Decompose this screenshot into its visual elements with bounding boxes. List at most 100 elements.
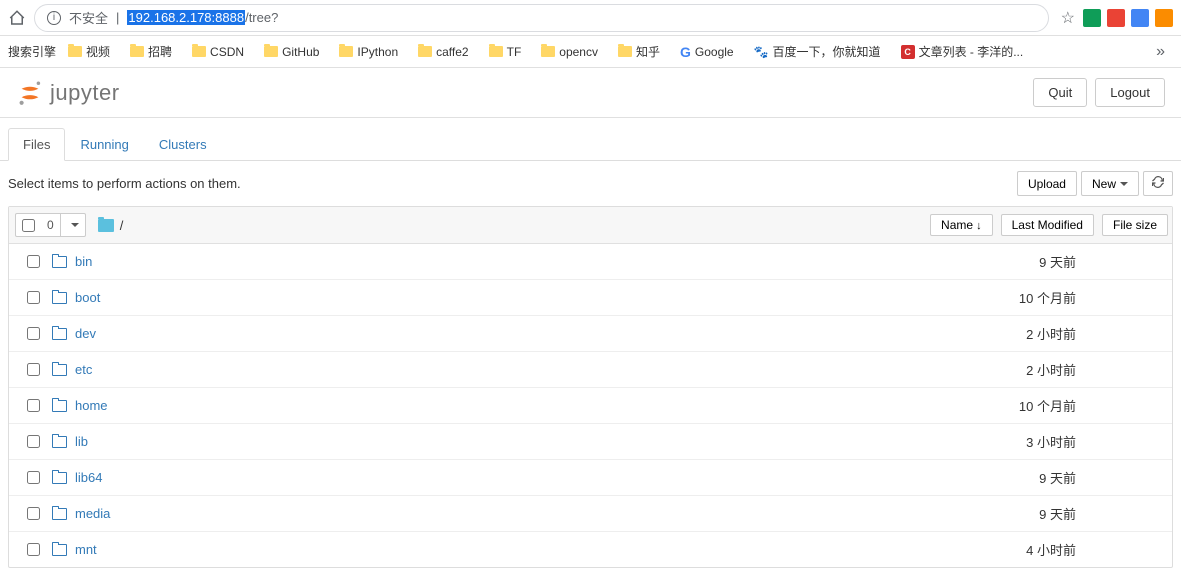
select-count: 0 [41, 218, 60, 232]
folder-icon [68, 46, 82, 57]
bookmark-label: 文章列表 - 李洋的... [919, 43, 1024, 60]
extension-icon-1[interactable] [1083, 9, 1101, 27]
column-name[interactable]: Name [930, 214, 993, 236]
file-name-link[interactable]: bin [75, 254, 92, 269]
select-all-checkbox[interactable] [22, 219, 35, 232]
file-row: dev 2 小时前 [9, 316, 1172, 352]
bookmarks-bar: 搜索引擎 视频 招聘 CSDN GitHub IPython caffe2 TF… [0, 36, 1181, 68]
bookmark-star-icon[interactable]: ☆ [1061, 8, 1075, 28]
file-row: lib64 9 天前 [9, 460, 1172, 496]
tab-files[interactable]: Files [8, 128, 65, 161]
folder-icon [52, 292, 67, 304]
folder-icon [52, 472, 67, 484]
quit-button[interactable]: Quit [1033, 78, 1087, 107]
bookmark-folder[interactable]: CSDN [184, 41, 252, 63]
insecure-label: 不安全 [69, 8, 108, 27]
upload-button[interactable]: Upload [1017, 171, 1077, 196]
breadcrumb-root[interactable]: / [120, 218, 124, 233]
bookmark-folder[interactable]: 视频 [60, 39, 118, 64]
refresh-icon [1152, 176, 1164, 188]
file-name-link[interactable]: dev [75, 326, 96, 341]
folder-icon [339, 46, 353, 57]
bookmark-google[interactable]: G Google [672, 40, 742, 64]
bookmarks-overflow-icon[interactable]: » [1148, 43, 1173, 61]
folder-icon [130, 46, 144, 57]
browser-bar: i 不安全 | 192.168.2.178:8888/tree? ☆ [0, 0, 1181, 36]
file-name-link[interactable]: etc [75, 362, 92, 377]
bookmark-folder[interactable]: opencv [533, 41, 606, 63]
select-all-group[interactable]: 0 [15, 213, 86, 237]
bookmark-label: 知乎 [636, 43, 660, 60]
row-checkbox[interactable] [27, 543, 40, 556]
tab-running[interactable]: Running [65, 128, 143, 161]
file-list: 0 / Name Last Modified File size bin 9 天… [8, 206, 1173, 568]
info-icon[interactable]: i [47, 11, 61, 25]
bookmark-folder[interactable]: IPython [331, 41, 406, 63]
column-size[interactable]: File size [1102, 214, 1168, 236]
extension-icons [1083, 9, 1173, 27]
row-checkbox[interactable] [27, 399, 40, 412]
file-row: home 10 个月前 [9, 388, 1172, 424]
folder-icon [192, 46, 206, 57]
file-name-link[interactable]: lib [75, 434, 88, 449]
row-checkbox[interactable] [27, 255, 40, 268]
toolbar-right: Upload New [1017, 171, 1173, 196]
bookmark-folder[interactable]: caffe2 [410, 41, 476, 63]
column-modified[interactable]: Last Modified [1001, 214, 1094, 236]
tab-clusters[interactable]: Clusters [144, 128, 222, 161]
bookmark-folder[interactable]: TF [481, 41, 530, 63]
file-row: mnt 4 小时前 [9, 532, 1172, 567]
row-checkbox[interactable] [27, 435, 40, 448]
row-checkbox[interactable] [27, 471, 40, 484]
file-name-link[interactable]: home [75, 398, 108, 413]
url-divider: | [116, 10, 119, 25]
bookmarks-label: 搜索引擎 [8, 43, 56, 60]
file-name-link[interactable]: media [75, 506, 110, 521]
folder-icon [52, 328, 67, 340]
file-row: bin 9 天前 [9, 244, 1172, 280]
refresh-button[interactable] [1143, 171, 1173, 196]
folder-icon [264, 46, 278, 57]
folder-icon [618, 46, 632, 57]
file-name-link[interactable]: lib64 [75, 470, 102, 485]
folder-icon [52, 400, 67, 412]
file-name-link[interactable]: boot [75, 290, 100, 305]
file-modified: 9 天前 [1039, 468, 1076, 487]
jupyter-logo-text: jupyter [50, 80, 120, 106]
url-rest: /tree? [245, 10, 278, 25]
logout-button[interactable]: Logout [1095, 78, 1165, 107]
bookmark-article[interactable]: C 文章列表 - 李洋的... [893, 39, 1032, 64]
file-name-link[interactable]: mnt [75, 542, 97, 557]
folder-icon [541, 46, 555, 57]
url-bar[interactable]: i 不安全 | 192.168.2.178:8888/tree? [34, 4, 1049, 32]
folder-icon [418, 46, 432, 57]
bookmark-folder[interactable]: GitHub [256, 41, 327, 63]
new-dropdown[interactable]: New [1081, 171, 1139, 196]
bookmark-folder[interactable]: 招聘 [122, 39, 180, 64]
extension-icon-2[interactable] [1107, 9, 1125, 27]
folder-icon [52, 544, 67, 556]
header-buttons: Quit Logout [1033, 78, 1165, 107]
google-icon: G [680, 44, 691, 60]
file-modified: 2 小时前 [1026, 360, 1076, 379]
home-icon[interactable] [8, 9, 26, 27]
bookmark-label: Google [695, 45, 734, 59]
jupyter-logo[interactable]: jupyter [16, 79, 120, 107]
extension-icon-3[interactable] [1131, 9, 1149, 27]
row-checkbox[interactable] [27, 327, 40, 340]
row-checkbox[interactable] [27, 507, 40, 520]
file-row: etc 2 小时前 [9, 352, 1172, 388]
bookmark-folder[interactable]: 知乎 [610, 39, 668, 64]
jupyter-header: jupyter Quit Logout [0, 68, 1181, 118]
folder-icon [52, 508, 67, 520]
bookmark-label: IPython [357, 45, 398, 59]
select-dropdown-caret[interactable] [60, 214, 85, 236]
breadcrumb-folder-icon[interactable] [98, 219, 114, 232]
row-checkbox[interactable] [27, 363, 40, 376]
csdn-icon: C [901, 45, 915, 59]
extension-icon-4[interactable] [1155, 9, 1173, 27]
baidu-icon: 🐾 [754, 45, 769, 59]
file-row: media 9 天前 [9, 496, 1172, 532]
bookmark-baidu[interactable]: 🐾百度一下，你就知道 [746, 39, 889, 64]
row-checkbox[interactable] [27, 291, 40, 304]
